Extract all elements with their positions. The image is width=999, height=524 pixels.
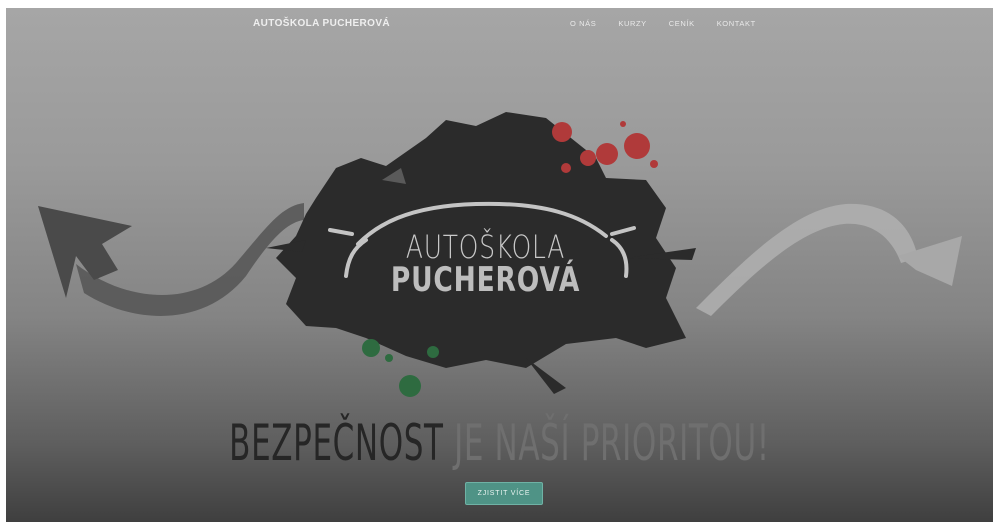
tagline-rest: JE NAŠÍ PRIORITOU!	[443, 414, 770, 472]
hero-logo-line2: PUCHEROVÁ	[390, 260, 581, 300]
hero-section: AUTOŠKOLA PUCHEROVÁ O NÁS KURZY CENÍK KO…	[6, 8, 993, 522]
nav-menu: O NÁS KURZY CENÍK KONTAKT	[570, 19, 756, 28]
learn-more-button[interactable]: ZJISTIT VÍCE	[465, 482, 543, 505]
nav-item-cenik[interactable]: CENÍK	[669, 19, 695, 28]
nav-item-o-nas[interactable]: O NÁS	[570, 19, 596, 28]
nav-item-kurzy[interactable]: KURZY	[618, 19, 646, 28]
top-navbar: AUTOŠKOLA PUCHEROVÁ O NÁS KURZY CENÍK KO…	[6, 8, 993, 44]
tagline-highlight: BEZPEČNOST	[229, 414, 444, 472]
hero-tagline: BEZPEČNOST JE NAŠÍ PRIORITOU!	[194, 414, 806, 472]
nav-item-kontakt[interactable]: KONTAKT	[717, 19, 756, 28]
brand-logo-text[interactable]: AUTOŠKOLA PUCHEROVÁ	[253, 18, 390, 29]
